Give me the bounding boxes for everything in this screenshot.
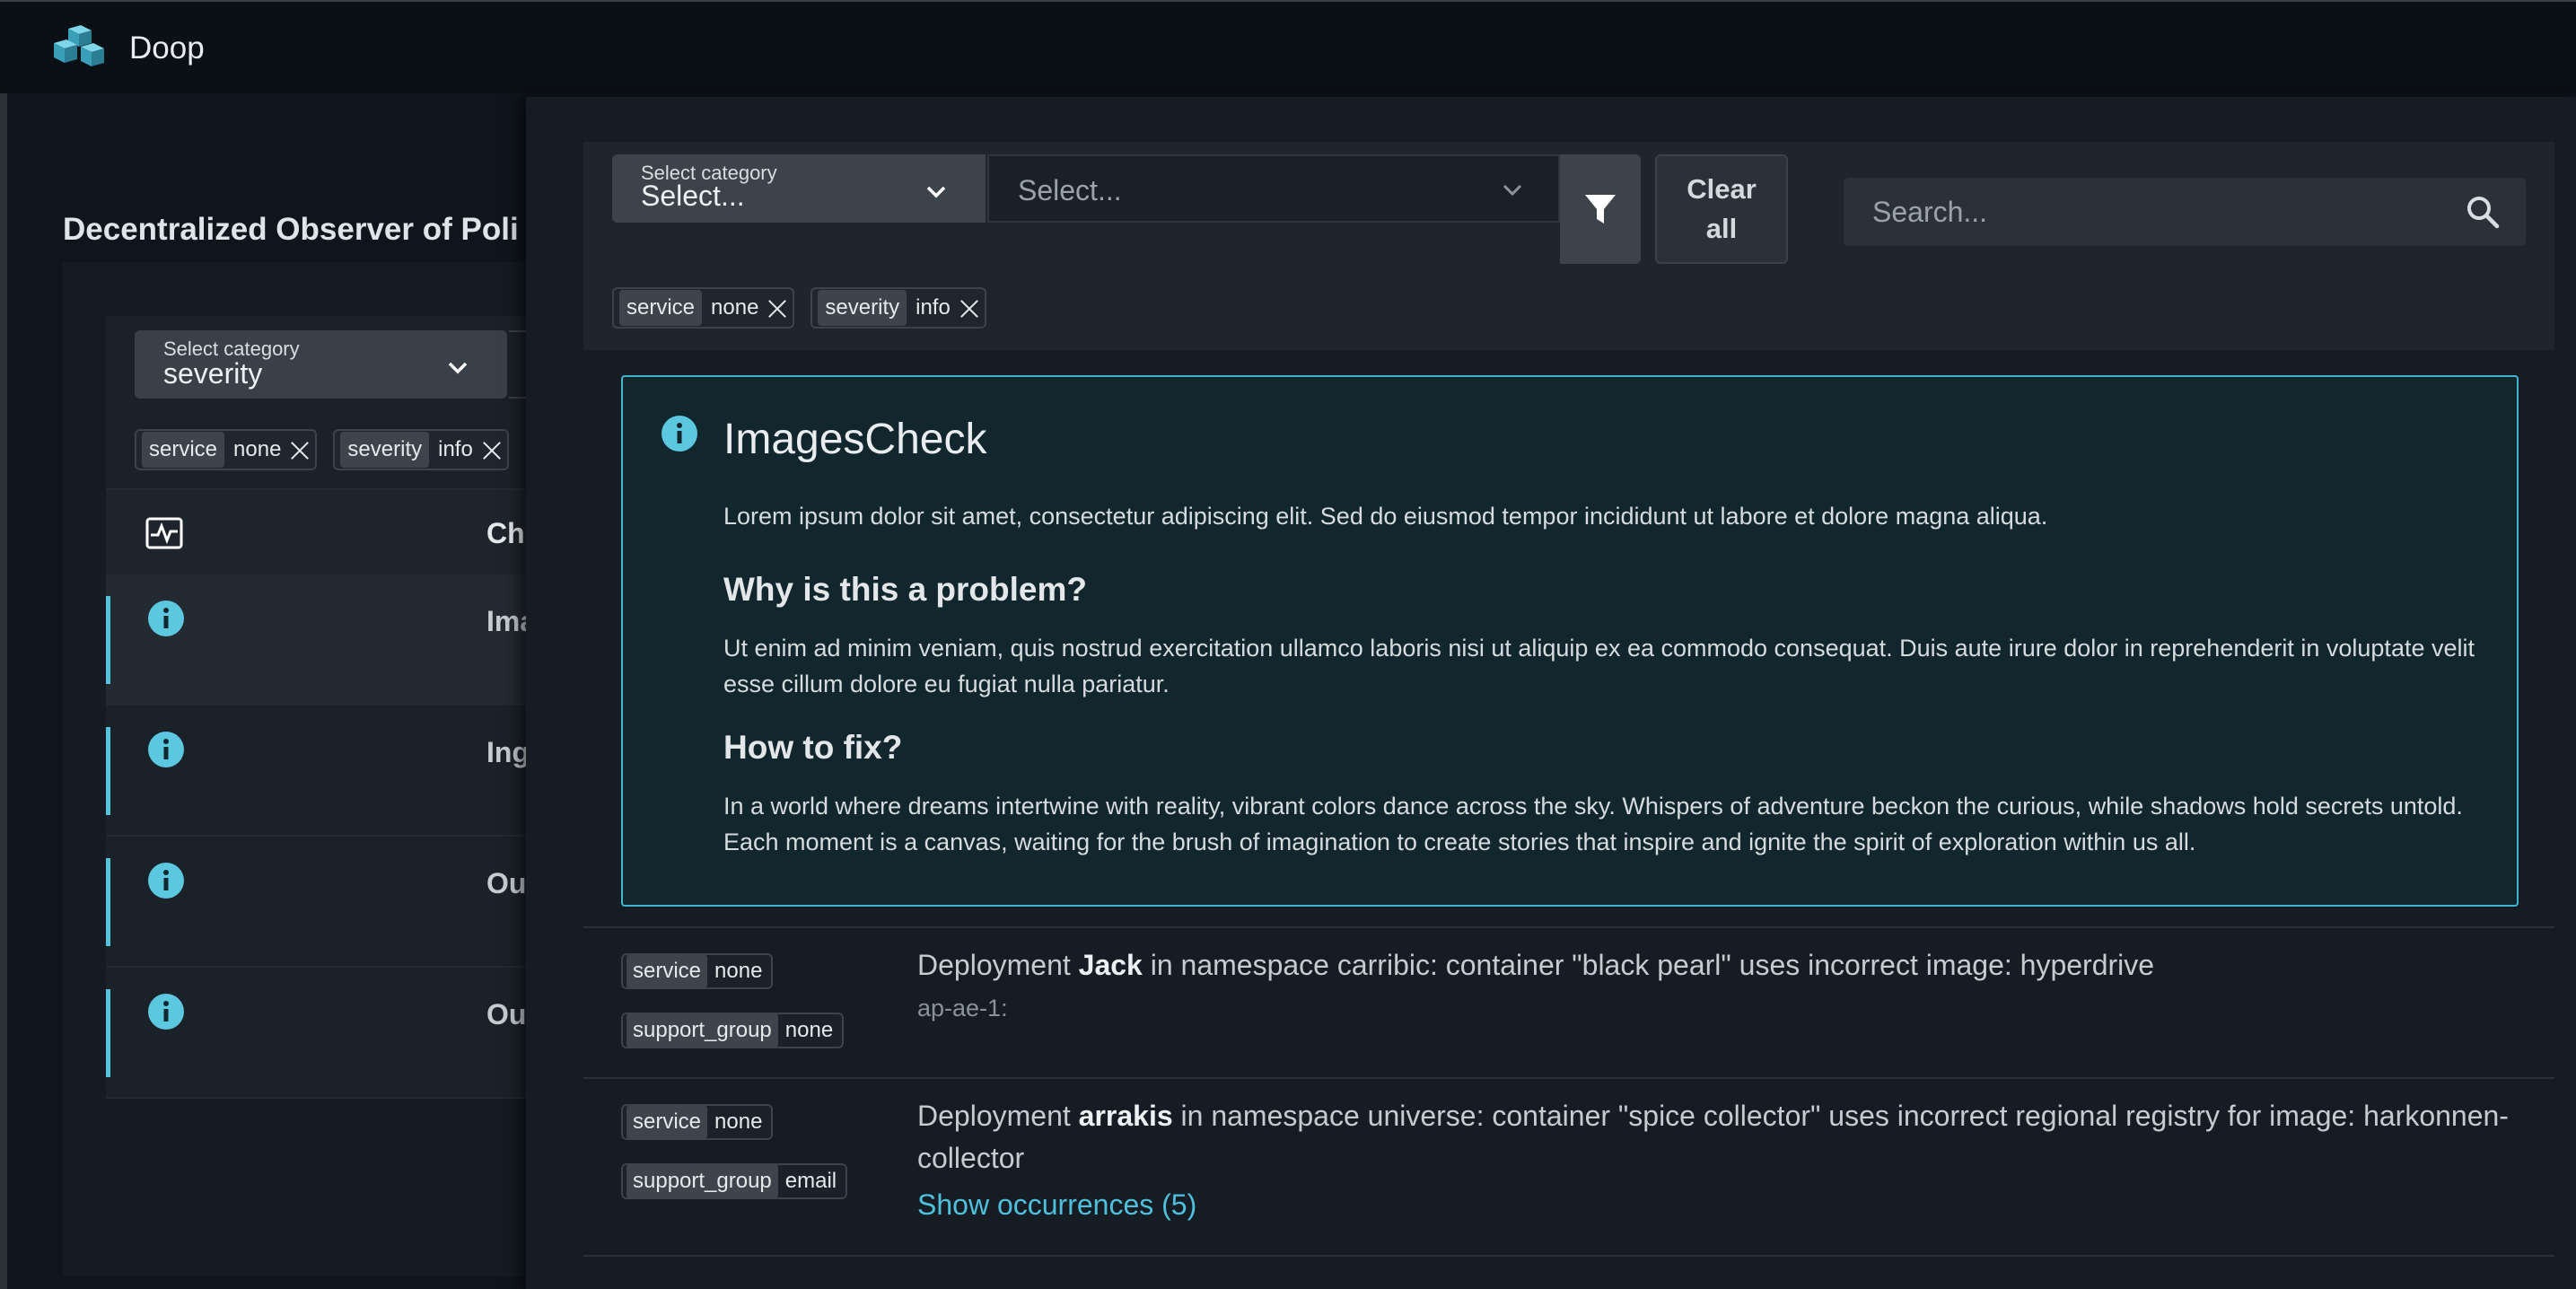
app-name: Doop: [129, 31, 205, 66]
table-header-label: Ch: [486, 517, 525, 549]
tag-key: support_group: [626, 1164, 778, 1198]
show-occurrences-link[interactable]: Show occurrences (5): [917, 1188, 1196, 1222]
violation-row: service none support_group none Deployme…: [583, 926, 2554, 1077]
violation-tags: service none support_group none: [621, 953, 845, 1048]
category-select[interactable]: Select category Select...: [612, 154, 986, 223]
close-icon[interactable]: [767, 298, 787, 318]
violation-cluster: ap-ae-1:: [917, 995, 1008, 1022]
tag-value: none: [784, 1018, 834, 1042]
bg-category-select[interactable]: Select category severity: [135, 330, 507, 399]
tag-value: none: [714, 1109, 763, 1134]
close-icon[interactable]: [290, 440, 310, 460]
fix-heading: How to fix?: [723, 729, 903, 766]
msg-prefix: Deployment: [917, 949, 1079, 981]
search-input[interactable]: Search...: [1844, 178, 2526, 246]
table-row[interactable]: Ima: [106, 574, 526, 706]
why-heading: Why is this a problem?: [723, 571, 1087, 608]
close-icon[interactable]: [482, 440, 502, 460]
resource-name: Jack: [1078, 949, 1143, 981]
tag-value: none: [714, 959, 763, 983]
pill-value: none: [711, 295, 759, 320]
filter-bar: Select category Select... Select... Clea…: [583, 142, 2554, 350]
label-tag: support_group email: [621, 1163, 848, 1199]
violation-tags: service none support_group email: [621, 1104, 848, 1199]
doop-logo-icon[interactable]: [50, 25, 108, 72]
pill-key: service: [619, 290, 703, 326]
row-indicator: [106, 989, 110, 1077]
resource-name: arrakis: [1078, 1100, 1173, 1132]
bg-filter-pill: service none: [135, 429, 318, 470]
details-panel: Select category Select... Select... Clea…: [526, 97, 2576, 1289]
label-tag: service none: [621, 953, 774, 989]
close-icon[interactable]: [959, 298, 979, 318]
list-divider: [583, 1255, 2554, 1257]
row-label: Ima: [486, 605, 526, 637]
info-icon: [148, 863, 184, 899]
row-indicator: [106, 727, 110, 815]
check-title: ImagesCheck: [723, 416, 987, 463]
filter-pill: severity info: [810, 287, 986, 329]
label-tag: support_group none: [621, 1013, 845, 1048]
clear-all-button[interactable]: Clear all: [1655, 154, 1788, 264]
info-icon: [148, 994, 184, 1030]
row-label: Ing: [486, 736, 526, 768]
filter-icon: [1585, 195, 1616, 224]
value-select-placeholder: Select...: [1018, 174, 1122, 206]
filter-button[interactable]: [1560, 154, 1641, 264]
filter-pill: service none: [612, 287, 795, 329]
tag-key: service: [626, 954, 708, 988]
table-header: Ch: [106, 488, 526, 574]
tag-key: service: [626, 1105, 708, 1139]
label-tag: service none: [621, 1104, 774, 1140]
fix-text: In a world where dreams intertwine with …: [723, 793, 2463, 855]
msg-suffix: in namespace carribic: container "black …: [1142, 949, 2155, 981]
category-select-value: Select...: [641, 180, 745, 212]
info-icon: [662, 416, 697, 452]
why-text: Ut enim ad minim veniam, quis nostrud ex…: [723, 635, 2475, 697]
search-placeholder: Search...: [1872, 196, 1988, 228]
violation-message: Deployment arrakis in namespace universe…: [917, 1095, 2533, 1179]
pill-value: info: [438, 437, 473, 461]
left-edge-divider: [0, 93, 7, 1289]
pill-key: service: [142, 432, 225, 468]
bg-filter-pill: severity info: [333, 429, 509, 470]
pill-value: none: [233, 437, 282, 461]
bg-category-select-value: severity: [163, 357, 263, 390]
row-indicator: [106, 858, 110, 946]
chevron-down-icon: [1503, 184, 1522, 197]
tag-key: support_group: [626, 1013, 778, 1048]
row-indicator: [106, 596, 110, 684]
info-icon: [148, 601, 184, 636]
violation-message: Deployment Jack in namespace carribic: c…: [917, 944, 2533, 986]
app-header: Doop: [0, 0, 2576, 93]
table-row[interactable]: Ou: [106, 837, 526, 968]
bg-value-select[interactable]: [509, 330, 526, 399]
tag-value: email: [784, 1169, 837, 1193]
check-description-card: ImagesCheck Lorem ipsum dolor sit amet, …: [621, 375, 2519, 907]
background-violations-table: Select category severity service none se…: [106, 316, 526, 1099]
table-row[interactable]: Ing: [106, 706, 526, 837]
pill-value: info: [916, 295, 951, 320]
pill-key: severity: [818, 290, 907, 326]
msg-prefix: Deployment: [917, 1100, 1079, 1132]
activity-icon: [145, 517, 183, 549]
violation-row: service none support_group email Deploym…: [583, 1077, 2554, 1255]
chevron-down-icon: [926, 186, 946, 198]
info-icon: [148, 732, 184, 767]
check-description: Lorem ipsum dolor sit amet, consectetur …: [723, 503, 2048, 530]
row-label: Ou: [486, 998, 526, 1030]
search-icon[interactable]: [2465, 194, 2501, 230]
pill-key: severity: [340, 432, 430, 468]
filter-pills: service none severity info: [612, 287, 986, 329]
chevron-down-icon: [448, 362, 468, 374]
page-title: Decentralized Observer of Poli: [63, 212, 519, 247]
table-row[interactable]: Ou: [106, 968, 526, 1099]
row-label: Ou: [486, 867, 526, 899]
value-select[interactable]: Select...: [987, 154, 1560, 223]
bg-filter-pills: service none severity info: [135, 429, 509, 470]
